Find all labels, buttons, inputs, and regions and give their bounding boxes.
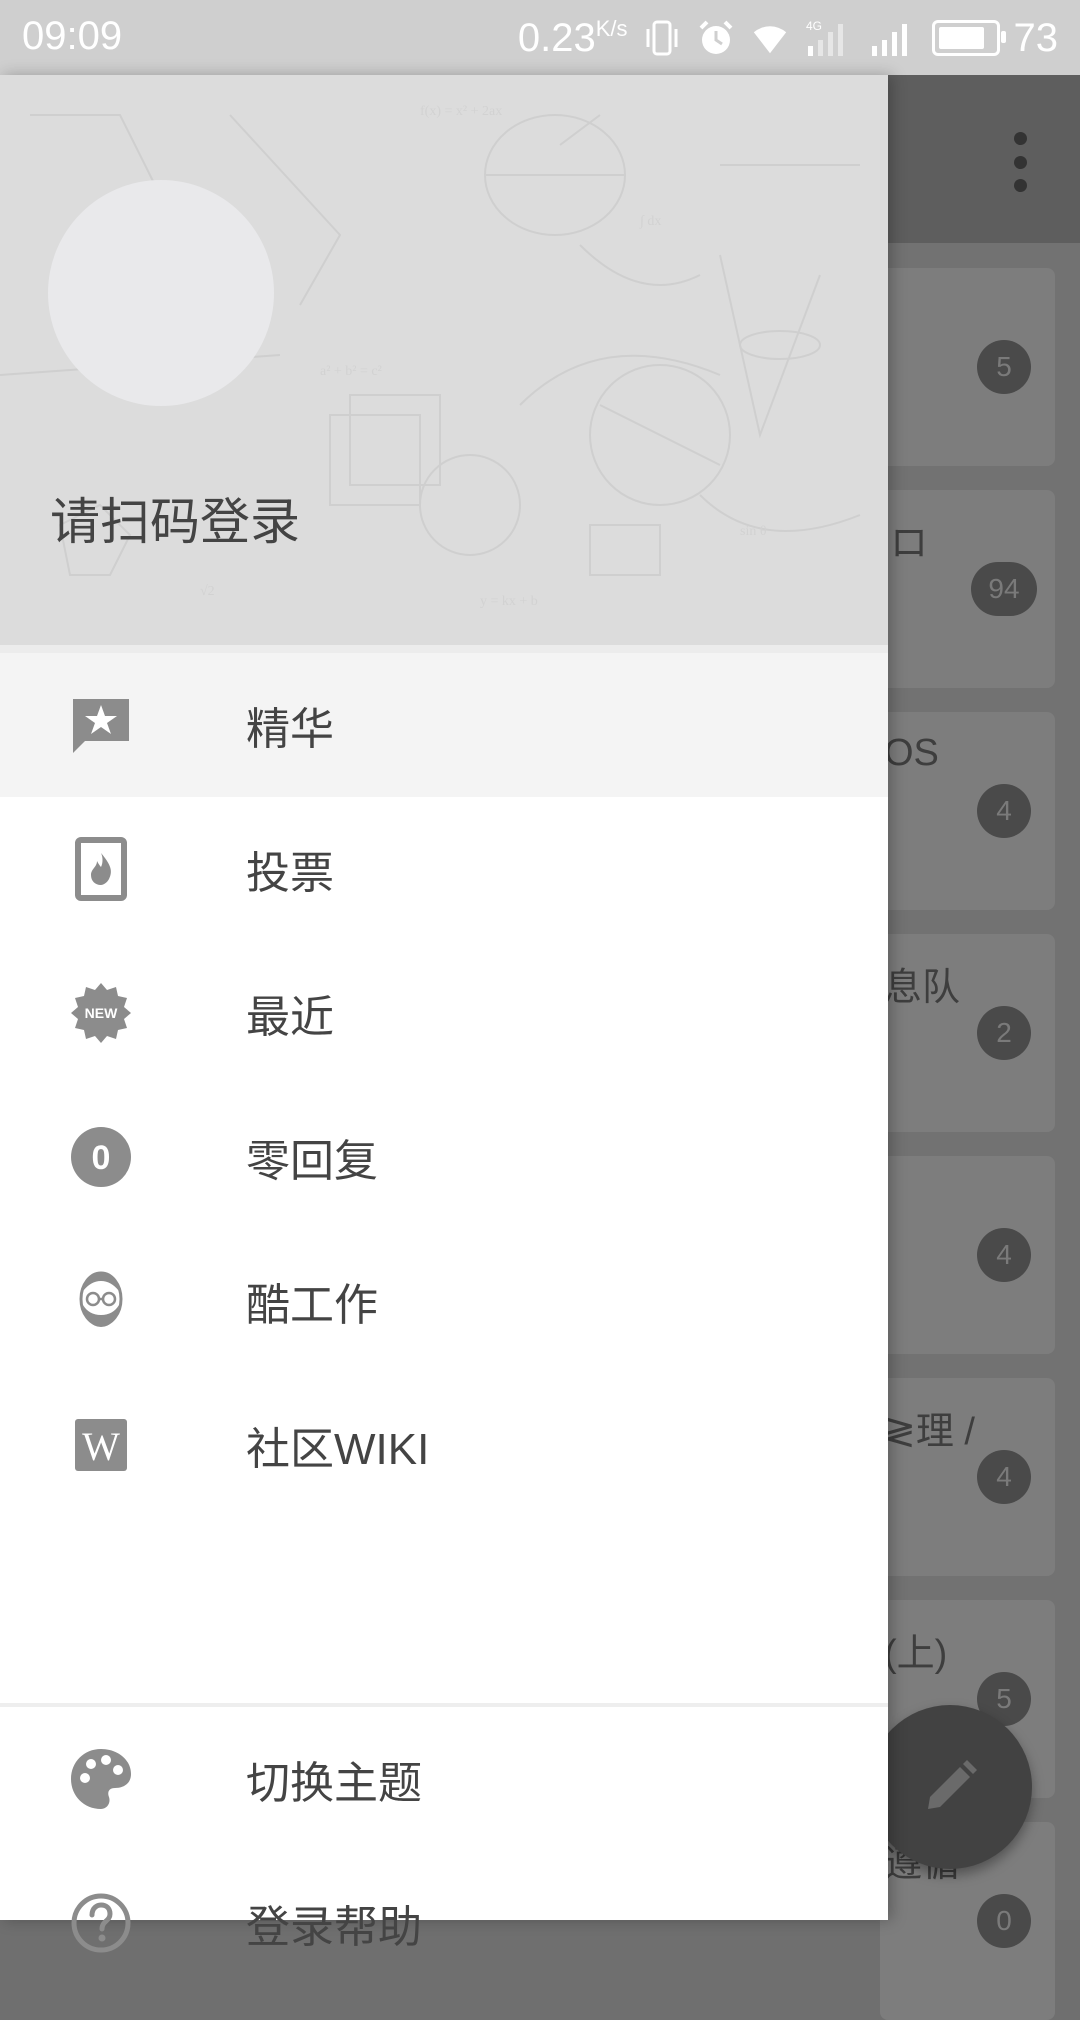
star-comment-icon [66, 690, 136, 760]
reply-count-badge: 2 [977, 1006, 1031, 1060]
drawer-item-label: 最近 [246, 993, 334, 1042]
reply-count-badge: 4 [977, 1228, 1031, 1282]
reply-count-badge: 0 [977, 1894, 1031, 1948]
navigation-drawer: f(x) = x² + 2ax ∫ dx a² + b² = c² sin θ … [0, 75, 888, 1953]
network-speed-value: 0.23 [517, 15, 596, 60]
new-badge-text: NEW [85, 1005, 118, 1021]
compose-fab[interactable] [868, 1705, 1032, 1869]
list-item[interactable]: 息队 2 [880, 934, 1055, 1132]
svg-text:4G: 4G [806, 19, 822, 33]
reply-count-badge: 5 [977, 340, 1031, 394]
avatar[interactable] [48, 180, 274, 406]
vibrate-icon [642, 18, 682, 58]
drawer-item-switch-theme[interactable]: 切换主题 [0, 1707, 888, 1851]
zero-badge-text: 0 [92, 1139, 111, 1177]
list-item[interactable]: ロ 94 [880, 490, 1055, 688]
svg-text:√2: √2 [200, 584, 215, 599]
drawer-item-wiki[interactable]: W 社区WIKI [0, 1373, 888, 1517]
drawer-item-label: 精华 [246, 705, 334, 754]
svg-text:f(x) = x² + 2ax: f(x) = x² + 2ax [420, 104, 502, 119]
signal-icon [868, 18, 918, 58]
drawer-item-label: 投票 [246, 849, 334, 898]
list-item[interactable]: 4 [880, 1156, 1055, 1354]
drawer-header: f(x) = x² + 2ax ∫ dx a² + b² = c² sin θ … [0, 75, 888, 645]
bearded-face-icon [66, 1266, 136, 1336]
drawer-item-label: 登录帮助 [246, 1903, 422, 1952]
reply-count-badge: 4 [977, 1450, 1031, 1504]
list-item[interactable]: ≷理 / 4 [880, 1378, 1055, 1576]
svg-text:a² + b² = c²: a² + b² = c² [320, 364, 382, 379]
zero-circle-icon: 0 [66, 1122, 136, 1192]
list-item[interactable]: 5 [880, 268, 1055, 466]
drawer-item-label: 社区WIKI [246, 1425, 430, 1474]
wifi-icon [750, 18, 790, 58]
header-divider [0, 645, 888, 653]
drawer-item-label: 零回复 [246, 1137, 378, 1186]
reply-count-badge: 94 [971, 562, 1037, 616]
drawer-item-vote[interactable]: 投票 [0, 797, 888, 941]
drawer-item-cool-jobs[interactable]: 酷工作 [0, 1229, 888, 1373]
status-bar: 09:09 0.23K/s 4G 73 [0, 0, 1080, 75]
svg-text:y = kx + b: y = kx + b [480, 594, 538, 609]
list-item[interactable]: OS 4 [880, 712, 1055, 910]
network-speed: 0.23K/s [518, 16, 628, 61]
wikipedia-icon: W [66, 1410, 136, 1480]
battery-level: 73 [1013, 15, 1059, 60]
palette-icon [66, 1744, 136, 1814]
svg-text:∫ dx: ∫ dx [639, 214, 661, 229]
drawer-item-featured[interactable]: 精华 [0, 653, 888, 797]
network-speed-unit: K/s [595, 15, 628, 41]
signal-4g-icon: 4G [804, 18, 854, 58]
drawer-item-recent[interactable]: NEW 最近 [0, 941, 888, 1085]
login-prompt[interactable]: 请扫码登录 [50, 482, 300, 554]
drawer-item-label: 酷工作 [246, 1281, 378, 1330]
drawer-item-login-help[interactable]: 登录帮助 [0, 1851, 888, 1995]
status-time: 09:09 [22, 14, 123, 58]
wiki-badge-text: W [82, 1424, 120, 1469]
edit-icon [928, 1760, 977, 1809]
more-options-icon[interactable] [1010, 132, 1030, 192]
new-badge-icon: NEW [66, 978, 136, 1048]
reply-count-badge: 4 [977, 784, 1031, 838]
svg-text:sin θ: sin θ [740, 524, 767, 539]
alarm-icon [696, 18, 736, 58]
fire-card-icon [66, 834, 136, 904]
drawer-item-label: 切换主题 [246, 1759, 422, 1808]
battery-icon [931, 20, 1006, 56]
help-circle-icon [66, 1888, 136, 1958]
drawer-item-zero-reply[interactable]: 0 零回复 [0, 1085, 888, 1229]
